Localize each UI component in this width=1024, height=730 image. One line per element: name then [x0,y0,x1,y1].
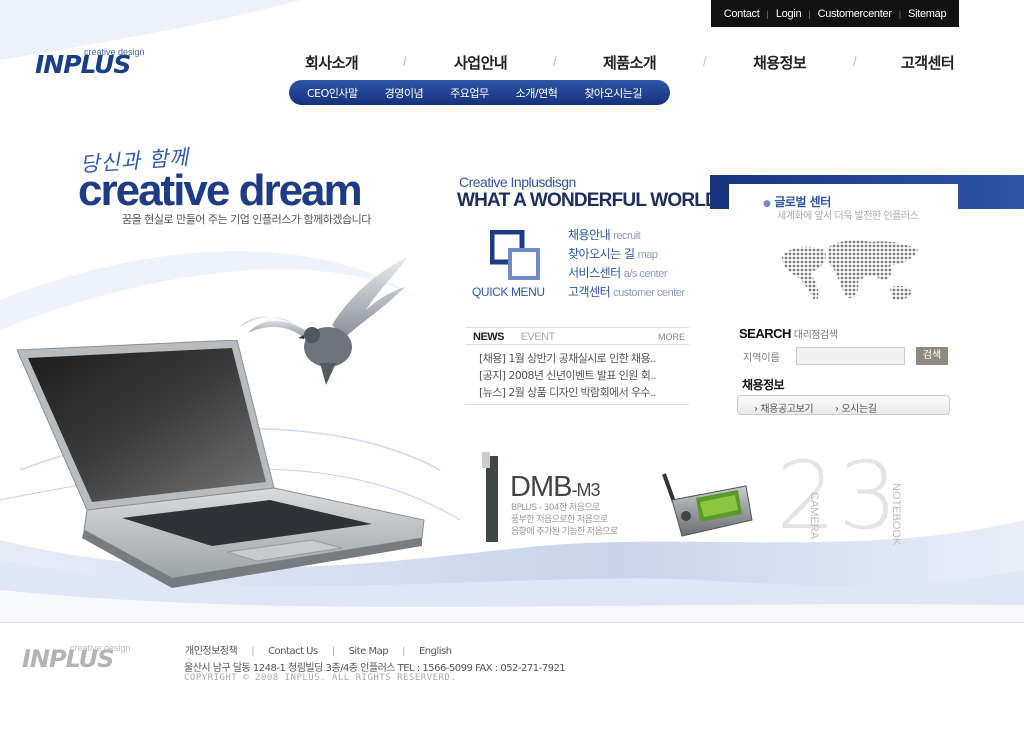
nav-separator: / [403,54,407,69]
quick-item-label: 찾아오시는 길 [568,247,635,261]
search-button[interactable]: 검색 [916,347,948,365]
quick-item-label: 고객센터 [568,285,611,299]
nav-customer[interactable]: 고객센터 [901,52,955,73]
news-item[interactable]: [뉴스] 2월 상품 디자인 박람회에서 우수.. [479,384,656,401]
quick-item-en: recruit [613,230,641,242]
wonderful-world-heading: WHAT A WONDERFUL WORLD [457,190,719,211]
footer-separator: | [402,646,405,657]
nav-separator: / [703,54,707,69]
news-list: [채용] 1월 상반기 공채실시로 인한 채용.. [공지] 2008년 신년이… [479,350,657,401]
quick-item-en: map [637,249,658,261]
subnav-history[interactable]: 소개/연혁 [516,85,558,101]
camera-label[interactable]: CAMERA [808,492,820,539]
recruit-links-bar: › 채용공고보기 › 오시는길 [737,395,950,415]
page: Contact | Login | Customercenter | Sitem… [0,0,1024,730]
quick-menu-item-customer-center[interactable]: 고객센터 customer center [568,283,685,302]
laptop-image [16,340,425,588]
dmb-name: DMB [510,471,572,503]
news-item[interactable]: [채용] 1월 상반기 공채실시로 인한 채용.. [479,350,656,367]
utility-sitemap-link[interactable]: Sitemap [901,8,953,20]
product-number-3: 3 [838,442,898,551]
logo-wordmark: INPLUS [35,50,131,79]
global-center-title-text: 글로벌 센터 [774,195,831,209]
subnav-main-work[interactable]: 주요업무 [450,85,489,101]
main-nav: 회사소개 / 사업안내 / 제품소개 / 채용정보 / 고객센터 [283,52,983,78]
recruit-notice-link[interactable]: › 채용공고보기 [754,400,814,415]
recruit-title: 채용정보 [742,378,785,392]
quick-item-en: customer center [613,287,685,299]
nav-separator: / [553,54,557,69]
utility-nav: Contact | Login | Customercenter | Sitem… [711,0,959,27]
footer-privacy-link[interactable]: 개인정보정책 [185,646,238,657]
footer-logo: creative design INPLUS [22,638,137,674]
news-box: NEWS EVENT MORE [채용] 1월 상반기 공채실시로 인한 채용.… [465,327,689,421]
divider [465,404,689,405]
world-map-icon [782,240,918,302]
nav-separator: / [853,54,857,69]
quick-menu-icon [490,230,540,280]
product-number-1 [482,452,498,542]
notebook-label[interactable]: NOTEBOOK [890,483,902,545]
footer-copyright: COPYRIGHT © 2008 INPLUS. ALL RIGHTS RESE… [184,673,457,683]
divider [465,344,689,345]
footer-links: 개인정보정책 | Contact Us | Site Map | English [185,642,452,657]
search-section-title: SEARCH 대리점검색 [739,326,838,341]
footer-contact-link[interactable]: Contact Us [268,646,318,657]
quick-menu-item-as-center[interactable]: 서비스센터 a/s center [568,264,685,283]
search-subtitle: 대리점검색 [793,330,838,341]
search-input[interactable] [796,347,905,365]
dmb-description: BPLUS - 304한 저음으로 풍부한 저음으로한 저음으로 음향에 추가된… [511,502,618,538]
utility-login-link[interactable]: Login [769,8,808,20]
directions-link[interactable]: › 오시는길 [835,400,877,415]
dmb-device-image[interactable] [660,472,755,544]
global-center-title[interactable]: ● 글로벌 센터 [763,193,831,210]
bullet-icon: ● [763,199,771,209]
footer-separator: | [331,646,335,657]
footer-address: 울산시 남구 달동 1248-1 청림빌딩 3층/4층 인플러스 TEL : 1… [184,663,566,674]
search-field-label: 지역이름 [743,353,780,364]
product-number-2: 2 [776,442,836,551]
news-tabs: NEWS EVENT [473,331,555,343]
dmb-desc-line: 음향에 추가된 기능한 저음으로 [511,527,618,537]
subnav-ceo[interactable]: CEO인사말 [307,85,358,101]
nav-recruit[interactable]: 채용정보 [753,52,807,73]
footer-sitemap-link[interactable]: Site Map [349,646,389,657]
nav-company[interactable]: 회사소개 [305,52,359,73]
quick-menu-label: QUICK MENU [472,285,545,299]
utility-customercenter-link[interactable]: Customercenter [811,8,899,20]
footer-english-link[interactable]: English [419,646,452,657]
footer-divider [0,622,1024,623]
sub-nav: CEO인사말 경영이념 주요업무 소개/연혁 찾아오시는길 [289,80,670,105]
dmb-desc-line: 풍부한 저음으로한 저음으로 [511,515,608,525]
tab-news[interactable]: NEWS [473,331,505,343]
search-title: SEARCH [739,326,791,341]
quick-menu-list: 채용안내 recruit 찾아오시는 길 map 서비스센터 a/s center 고… [568,226,685,302]
global-center-desc: 세계화에 앞서 더욱 발전한 인플러스 [777,211,919,222]
footer-logo-wordmark: INPLUS [22,645,114,673]
news-item[interactable]: [공지] 2008년 신년이벤트 발표 인원 회.. [479,367,657,384]
dmb-desc-line: BPLUS - 304한 저음으로 [511,503,600,513]
quick-item-en: a/s center [623,268,668,280]
hero-subtitle: 꿈을 현실로 만들어 주는 기업 인플러스가 함께하겠습니다 [122,213,371,226]
news-more-link[interactable]: MORE [658,332,685,342]
nav-products[interactable]: 제품소개 [603,52,657,73]
subnav-philosophy[interactable]: 경영이념 [385,85,424,101]
quick-item-label: 서비스센터 [568,266,621,280]
dmb-model: -M3 [571,480,600,500]
quick-menu-item-map[interactable]: 찾아오시는 길 map [568,245,685,264]
tab-event[interactable]: EVENT [521,331,556,343]
quick-item-label: 채용안내 [568,228,611,242]
hero-title: creative dream [78,166,363,215]
nav-business[interactable]: 사업안내 [454,52,508,73]
dmb-product-title[interactable]: DMB-M3 [510,471,600,504]
utility-contact-link[interactable]: Contact [717,8,767,20]
footer-separator: | [251,646,255,657]
creative-inplus-caption: Creative Inplusdisgn [459,174,576,190]
site-logo[interactable]: creative design INPLUS [35,42,150,82]
subnav-directions[interactable]: 찾아오시는길 [584,85,642,101]
quick-menu-item-recruit[interactable]: 채용안내 recruit [568,226,685,245]
